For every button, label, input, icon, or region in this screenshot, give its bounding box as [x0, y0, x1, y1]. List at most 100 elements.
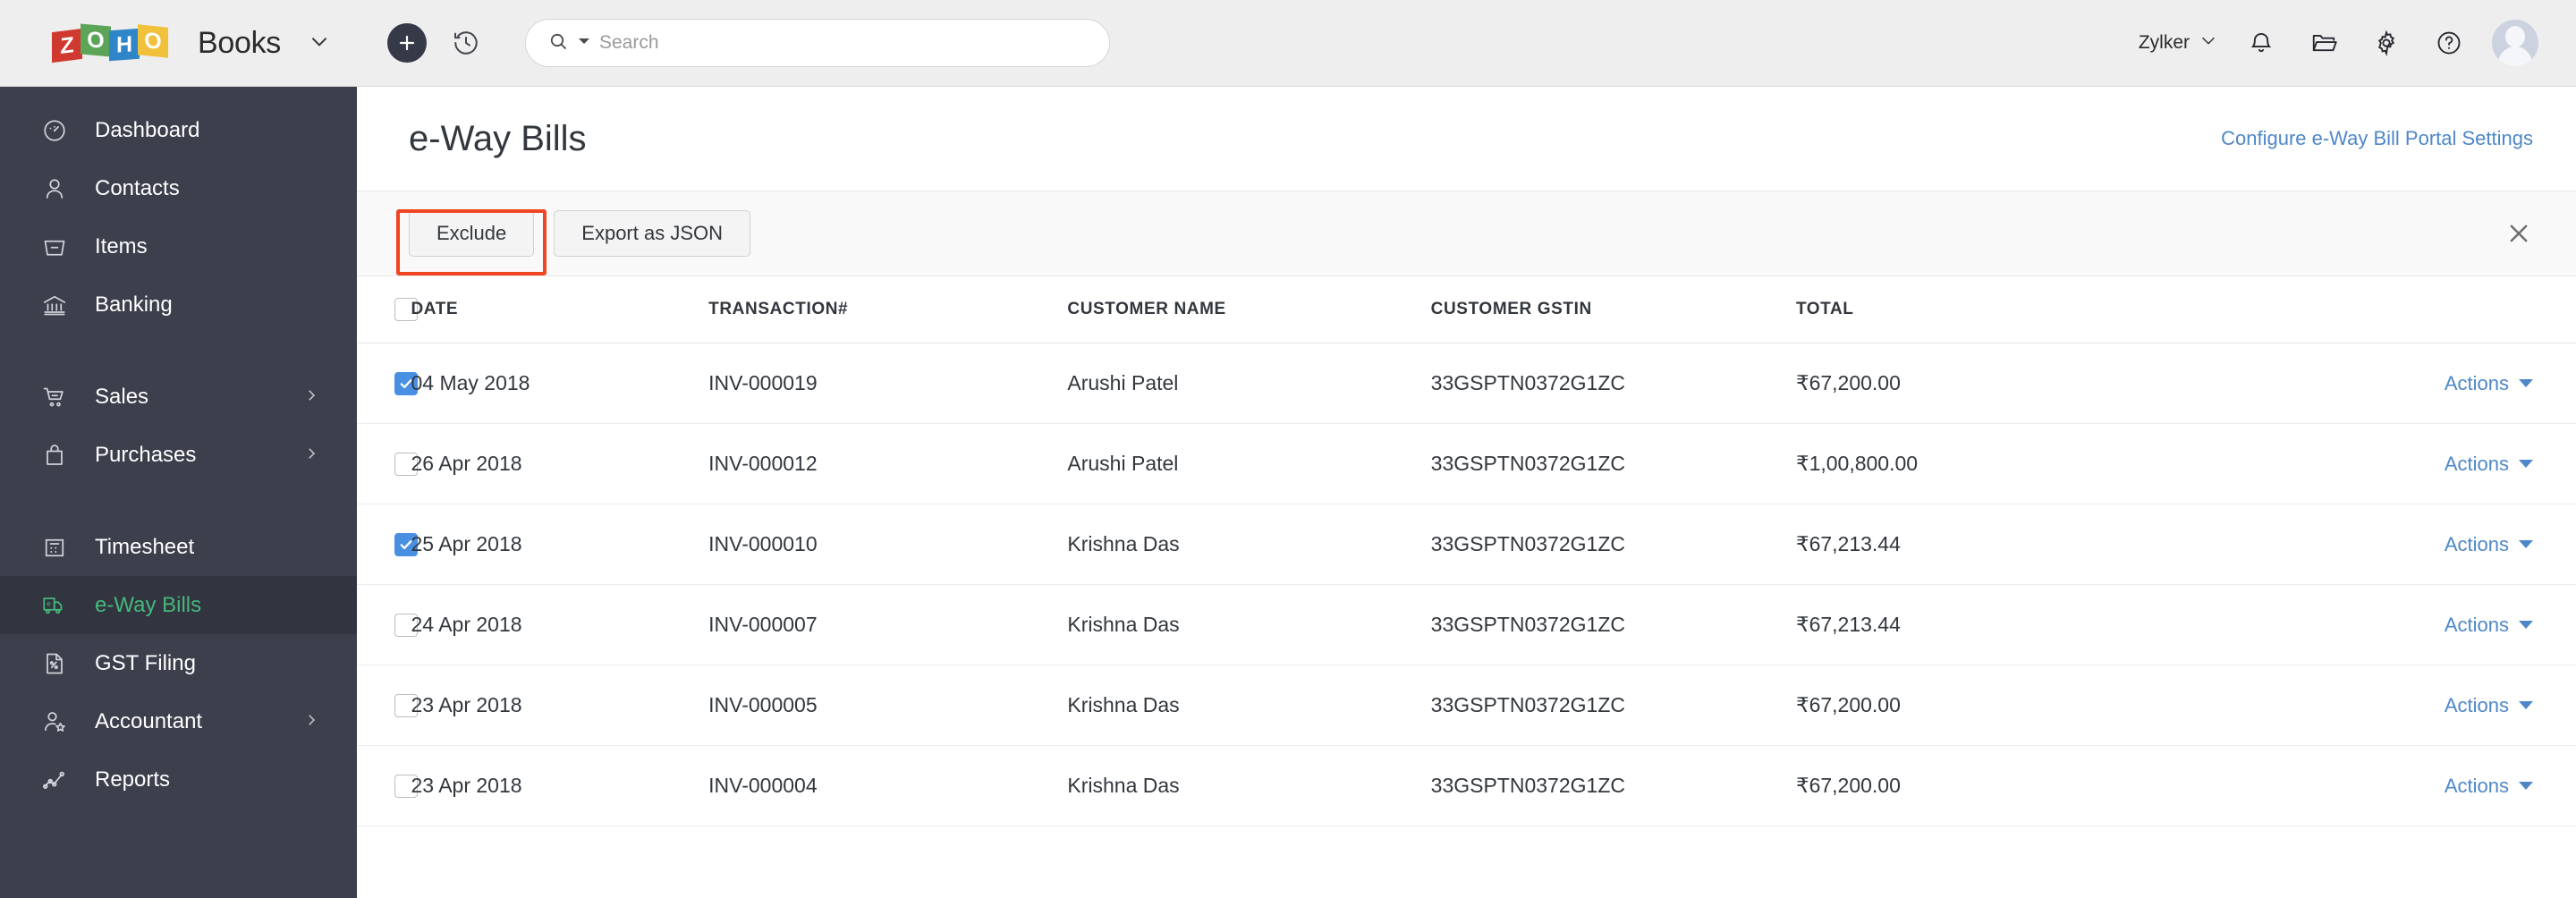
cell-transaction[interactable]: INV-000007 [708, 584, 1068, 665]
sidebar-item-purchases[interactable]: Purchases [0, 426, 357, 484]
body: Dashboard Contacts Items Banking Sales P… [0, 87, 2576, 898]
table-body: 04 May 2018 INV-000019 Arushi Patel 33GS… [357, 343, 2576, 826]
sidebar-item-contacts[interactable]: Contacts [0, 159, 357, 217]
cell-transaction[interactable]: INV-000019 [708, 343, 1068, 424]
actions-dropdown[interactable]: Actions [2445, 775, 2533, 798]
cell-transaction[interactable]: INV-000004 [708, 745, 1068, 826]
cell-total: ₹67,200.00 [1795, 665, 2184, 746]
reports-chart-icon [39, 765, 70, 795]
top-bar: Z O H O Books Search Zylker [0, 0, 2576, 87]
exclude-button[interactable]: Exclude [409, 210, 535, 257]
cell-date: 04 May 2018 [411, 343, 709, 424]
sidebar-item-gst-filing[interactable]: GST Filing [0, 634, 357, 692]
table-row[interactable]: 23 Apr 2018 INV-000005 Krishna Das 33GSP… [357, 665, 2576, 746]
sidebar-item-accountant[interactable]: Accountant [0, 692, 357, 750]
row-select-cell [357, 584, 418, 665]
column-header-customer-name[interactable]: CUSTOMER NAME [1067, 276, 1431, 343]
cell-actions: Actions [2183, 504, 2576, 585]
table-row[interactable]: 25 Apr 2018 INV-000010 Krishna Das 33GSP… [357, 504, 2576, 585]
cell-customer-gstin: 33GSPTN0372G1ZC [1430, 665, 1796, 746]
column-header-customer-gstin[interactable]: CUSTOMER GSTIN [1430, 276, 1796, 343]
help-icon[interactable] [2429, 23, 2469, 63]
actions-dropdown[interactable]: Actions [2445, 453, 2533, 476]
table-row[interactable]: 23 Apr 2018 INV-000004 Krishna Das 33GSP… [357, 745, 2576, 826]
items-icon [39, 232, 70, 262]
search-scope-caret-down-icon[interactable] [578, 35, 590, 52]
search-icon [547, 30, 569, 56]
organization-switcher[interactable]: Zylker [2139, 30, 2218, 55]
cell-customer-gstin: 33GSPTN0372G1ZC [1430, 423, 1796, 504]
search-input[interactable]: Search [599, 32, 659, 54]
sidebar-item-dashboard[interactable]: Dashboard [0, 101, 357, 159]
sidebar-item-timesheet[interactable]: Timesheet [0, 518, 357, 576]
purchases-bag-icon [39, 440, 70, 470]
actions-label: Actions [2444, 452, 2509, 475]
table-row[interactable]: 24 Apr 2018 INV-000007 Krishna Das 33GSP… [357, 584, 2576, 665]
actions-dropdown[interactable]: Actions [2445, 614, 2533, 637]
main-content: e-Way Bills Configure e-Way Bill Portal … [357, 87, 2576, 898]
chevron-right-icon [303, 443, 319, 468]
sales-cart-icon [39, 382, 70, 412]
notifications-icon[interactable] [2241, 23, 2281, 63]
cell-date: 23 Apr 2018 [411, 745, 709, 826]
sidebar-item-items[interactable]: Items [0, 217, 357, 275]
row-select-cell [357, 343, 418, 424]
column-header-total[interactable]: TOTAL [1795, 276, 2184, 343]
cell-total: ₹67,200.00 [1795, 745, 2184, 826]
chevron-right-icon [303, 385, 319, 410]
chevron-down-icon[interactable] [308, 30, 331, 57]
cell-total: ₹1,00,800.00 [1795, 423, 2184, 504]
cell-total: ₹67,200.00 [1795, 343, 2184, 424]
sidebar-item-eway-bills[interactable]: e e-Way Bills [0, 576, 357, 634]
create-new-button[interactable] [387, 23, 427, 63]
sidebar-item-label: Items [95, 233, 148, 258]
row-select-cell [357, 423, 418, 504]
organization-name: Zylker [2138, 32, 2190, 53]
cell-transaction[interactable]: INV-000012 [708, 423, 1068, 504]
export-as-json-button[interactable]: Export as JSON [554, 210, 750, 257]
sidebar-item-label: Sales [95, 384, 149, 409]
brand-area[interactable]: Z O H O Books [0, 0, 357, 86]
column-header-date[interactable]: DATE [411, 276, 709, 343]
cell-transaction[interactable]: INV-000005 [708, 665, 1068, 746]
clock-history-icon[interactable] [446, 23, 486, 63]
page-header: e-Way Bills Configure e-Way Bill Portal … [357, 87, 2576, 191]
cell-customer-name: Krishna Das [1067, 665, 1431, 746]
cell-total: ₹67,213.44 [1795, 504, 2184, 585]
actions-label: Actions [2444, 371, 2509, 394]
actions-dropdown[interactable]: Actions [2445, 372, 2533, 395]
chevron-down-icon [2199, 30, 2218, 55]
sidebar-item-label: GST Filing [95, 650, 196, 675]
column-header-transaction[interactable]: TRANSACTION# [708, 276, 1068, 343]
timesheet-icon [39, 532, 70, 563]
banking-icon [39, 290, 70, 320]
actions-label: Actions [2444, 774, 2509, 797]
topbar-actions: Search [357, 19, 1110, 67]
folder-icon[interactable] [2304, 23, 2343, 63]
actions-dropdown[interactable]: Actions [2445, 533, 2533, 556]
sidebar-item-banking[interactable]: Banking [0, 275, 357, 334]
cell-customer-name: Krishna Das [1067, 504, 1431, 585]
cell-date: 24 Apr 2018 [411, 584, 709, 665]
actions-dropdown[interactable]: Actions [2445, 694, 2533, 717]
cell-customer-gstin: 33GSPTN0372G1ZC [1430, 584, 1796, 665]
caret-down-icon [2519, 782, 2533, 790]
table-header: DATE TRANSACTION# CUSTOMER NAME CUSTOMER… [357, 276, 2576, 343]
contacts-icon [39, 174, 70, 204]
gear-icon[interactable] [2367, 23, 2406, 63]
close-icon[interactable] [2501, 216, 2537, 251]
search-box[interactable]: Search [525, 19, 1110, 67]
caret-down-icon [2519, 379, 2533, 387]
cell-actions: Actions [2183, 665, 2576, 746]
table-row[interactable]: 04 May 2018 INV-000019 Arushi Patel 33GS… [357, 343, 2576, 424]
configure-portal-settings-link[interactable]: Configure e-Way Bill Portal Settings [2221, 127, 2533, 150]
sidebar-item-reports[interactable]: Reports [0, 750, 357, 809]
svg-text:e: e [47, 599, 51, 607]
cell-actions: Actions [2183, 584, 2576, 665]
cell-transaction[interactable]: INV-000010 [708, 504, 1068, 585]
sidebar-item-sales[interactable]: Sales [0, 368, 357, 426]
cell-date: 26 Apr 2018 [411, 423, 709, 504]
table-row[interactable]: 26 Apr 2018 INV-000012 Arushi Patel 33GS… [357, 423, 2576, 504]
avatar[interactable] [2492, 20, 2538, 66]
sidebar-item-label: Contacts [95, 175, 180, 200]
